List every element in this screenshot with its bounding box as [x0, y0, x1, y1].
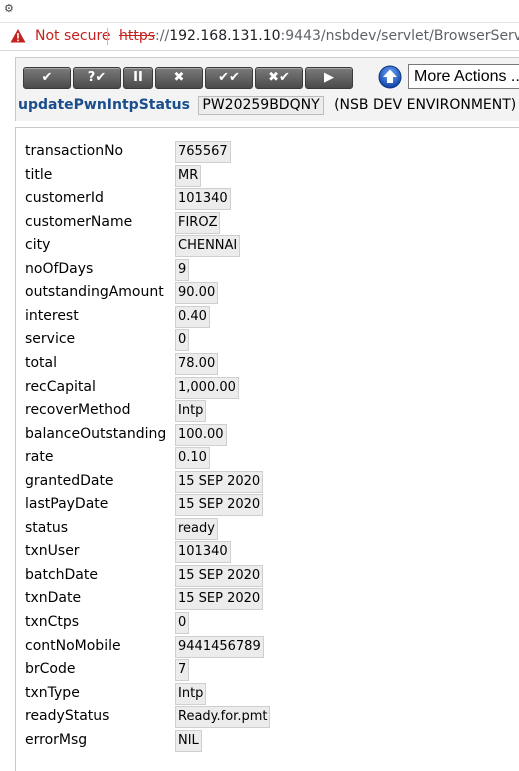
field-value: MR — [175, 165, 202, 187]
field-value: 100.00 — [175, 424, 227, 446]
field-value: ready — [175, 518, 218, 540]
operation-name: updatePwnIntpStatus — [18, 97, 190, 113]
field-value: 7 — [175, 659, 190, 681]
commit-button[interactable]: ✔ — [23, 67, 71, 89]
field-label: outstandingAmount — [25, 284, 164, 300]
validate-button[interactable]: ?✔ — [73, 67, 121, 89]
field-label: total — [25, 355, 58, 371]
field-value: 0 — [175, 612, 190, 634]
more-actions-dropdown[interactable]: More Actions ... — [408, 64, 519, 89]
field-label: readyStatus — [25, 708, 110, 724]
upload-icon[interactable] — [378, 65, 402, 89]
field-value: 1,000.00 — [175, 377, 239, 399]
transaction-id-field[interactable]: PW20259BDQNY — [198, 96, 324, 115]
field-label: txnType — [25, 685, 80, 701]
environment-label: (NSB DEV ENVIRONMENT) — [334, 97, 517, 113]
warning-icon — [10, 29, 26, 43]
field-label: interest — [25, 308, 79, 324]
field-value: 0 — [175, 329, 190, 351]
field-value: 0.10 — [175, 447, 210, 469]
field-label: city — [25, 237, 51, 253]
field-value: 78.00 — [175, 353, 219, 375]
field-label: noOfDays — [25, 261, 94, 277]
details-panel: transactionNo 765567 title MR customerId 1013… — [15, 127, 519, 771]
field-value: 9 — [175, 259, 190, 281]
address-bar[interactable]: Not secure https://192.168.131.10:9443/n… — [0, 23, 519, 51]
field-value: 15 SEP 2020 — [175, 565, 264, 587]
url-scheme: https — [119, 28, 156, 44]
field-label: customerName — [25, 214, 133, 230]
field-value: 90.00 — [175, 282, 219, 304]
field-label: lastPayDate — [25, 496, 109, 512]
field-value: FIROZ — [175, 212, 221, 234]
hold-button[interactable]: II — [123, 67, 153, 89]
field-value: Intp — [175, 400, 207, 422]
field-value: 9441456789 — [175, 636, 264, 658]
field-label: recoverMethod — [25, 402, 131, 418]
field-value: Intp — [175, 683, 207, 705]
url-host: 192.168.131.10 — [169, 28, 281, 44]
field-label: rate — [25, 449, 54, 465]
url-separator: :// — [155, 28, 170, 44]
header-panel: ✔ ?✔ II ✖ ✔✔ ✖✔ ▶ More Actions ... updatePwnIn… — [15, 57, 519, 121]
field-value: CHENNAI — [175, 235, 241, 257]
favicon-icon: ⚙ — [4, 2, 14, 15]
field-value: 15 SEP 2020 — [175, 588, 264, 610]
field-value: 101340 — [175, 541, 231, 563]
field-label: title — [25, 167, 53, 183]
field-value: NIL — [175, 730, 202, 752]
field-value: 15 SEP 2020 — [175, 494, 264, 516]
field-label: customerId — [25, 190, 104, 206]
field-label: balanceOutstanding — [25, 426, 167, 442]
field-value: 765567 — [175, 141, 231, 163]
field-label: recCapital — [25, 379, 96, 395]
field-label: grantedDate — [25, 473, 114, 489]
url-path: :9443/nsbdev/servlet/BrowserServlet — [280, 28, 519, 44]
field-label: txnCtps — [25, 614, 80, 630]
next-button[interactable]: ▶ — [305, 67, 353, 89]
field-label: service — [25, 331, 76, 347]
field-label: errorMsg — [25, 732, 88, 748]
status-line: updatePwnIntpStatus PW20259BDQNY (NSB DE… — [18, 96, 516, 116]
field-label: txnUser — [25, 543, 80, 559]
field-value: 0.40 — [175, 306, 210, 328]
field-value: 101340 — [175, 188, 231, 210]
field-label: status — [25, 520, 69, 536]
not-secure-label[interactable]: Not secure — [35, 28, 111, 44]
address-separator — [107, 28, 108, 45]
authorise-button[interactable]: ✔✔ — [205, 67, 253, 89]
reverse-button[interactable]: ✖✔ — [255, 67, 303, 89]
url-text[interactable]: https://192.168.131.10:9443/nsbdev/servl… — [119, 28, 519, 44]
browser-title-bar: ⚙ — [0, 0, 519, 23]
field-label: contNoMobile — [25, 638, 121, 654]
field-value: Ready.for.pmt — [175, 706, 271, 728]
field-label: transactionNo — [25, 143, 124, 159]
field-label: batchDate — [25, 567, 98, 583]
field-label: txnDate — [25, 590, 82, 606]
field-label: brCode — [25, 661, 76, 677]
delete-button[interactable]: ✖ — [155, 67, 203, 89]
field-value: 15 SEP 2020 — [175, 471, 264, 493]
